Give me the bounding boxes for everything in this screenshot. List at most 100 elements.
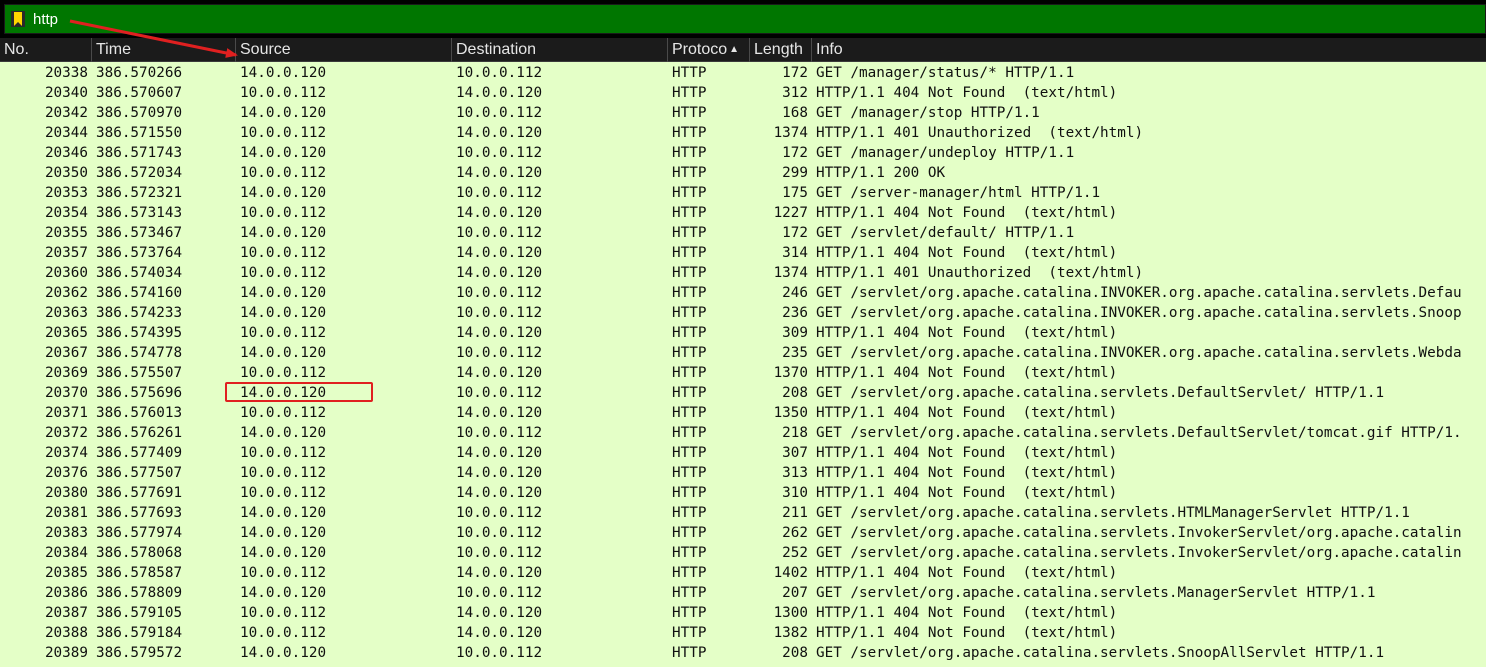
column-header-destination[interactable]: Destination bbox=[452, 38, 668, 62]
packet-row[interactable]: 20376 386.577507 10.0.0.112 14.0.0.120 HTTP 3… bbox=[0, 463, 1486, 483]
packet-row[interactable]: 20370 386.575696 14.0.0.120 10.0.0.112 HTTP 2… bbox=[0, 383, 1486, 403]
packet-row[interactable]: 20353 386.572321 14.0.0.120 10.0.0.112 HTTP 1… bbox=[0, 183, 1486, 203]
packet-info: HTTP/1.1 404 Not Found (text/html) bbox=[816, 85, 1118, 101]
packet-row[interactable]: 20386 386.578809 14.0.0.120 10.0.0.112 HTTP 2… bbox=[0, 583, 1486, 603]
packet-row[interactable]: 20362 386.574160 14.0.0.120 10.0.0.112 HTTP 2… bbox=[0, 283, 1486, 303]
packet-row[interactable]: 20383 386.577974 14.0.0.120 10.0.0.112 HTTP 2… bbox=[0, 523, 1486, 543]
packet-row[interactable]: 20367 386.574778 14.0.0.120 10.0.0.112 HTTP 2… bbox=[0, 343, 1486, 363]
packet-number: 20353 bbox=[44, 185, 88, 201]
packet-number: 20372 bbox=[44, 425, 88, 441]
packet-info: GET /servlet/org.apache.catalina.INVOKER… bbox=[816, 285, 1462, 301]
column-header-source[interactable]: Source bbox=[236, 38, 452, 62]
packet-info: HTTP/1.1 404 Not Found (text/html) bbox=[816, 625, 1118, 641]
packet-destination: 14.0.0.120 bbox=[456, 465, 543, 481]
packet-info: GET /manager/status/* HTTP/1.1 bbox=[816, 65, 1075, 81]
packet-source: 14.0.0.120 bbox=[240, 585, 327, 601]
packet-row[interactable]: 20381 386.577693 14.0.0.120 10.0.0.112 HTTP 2… bbox=[0, 503, 1486, 523]
packet-source: 14.0.0.120 bbox=[240, 185, 327, 201]
packet-info: HTTP/1.1 401 Unauthorized (text/html) bbox=[816, 265, 1144, 281]
column-header-protocol[interactable]: Protoco ▲ bbox=[668, 38, 750, 62]
packet-length: 208 bbox=[782, 645, 808, 661]
packet-number: 20340 bbox=[44, 85, 88, 101]
packet-row[interactable]: 20338 386.570266 14.0.0.120 10.0.0.112 HTTP 1… bbox=[0, 63, 1486, 83]
packet-length: 1382 bbox=[773, 625, 808, 641]
packet-length: 175 bbox=[782, 185, 808, 201]
packet-number: 20355 bbox=[44, 225, 88, 241]
packet-time: 386.576013 bbox=[96, 405, 183, 421]
packet-info: HTTP/1.1 404 Not Found (text/html) bbox=[816, 485, 1118, 501]
packet-row[interactable]: 20346 386.571743 14.0.0.120 10.0.0.112 HTTP 1… bbox=[0, 143, 1486, 163]
packet-row[interactable]: 20363 386.574233 14.0.0.120 10.0.0.112 HTTP 2… bbox=[0, 303, 1486, 323]
packet-length: 236 bbox=[782, 305, 808, 321]
packet-destination: 14.0.0.120 bbox=[456, 325, 543, 341]
packet-time: 386.575696 bbox=[96, 385, 183, 401]
packet-destination: 10.0.0.112 bbox=[456, 505, 543, 521]
packet-info: GET /servlet/org.apache.catalina.INVOKER… bbox=[816, 345, 1462, 361]
packet-protocol: HTTP bbox=[672, 445, 707, 461]
packet-row[interactable]: 20360 386.574034 10.0.0.112 14.0.0.120 HTTP 1… bbox=[0, 263, 1486, 283]
packet-info: HTTP/1.1 404 Not Found (text/html) bbox=[816, 365, 1118, 381]
column-header-length[interactable]: Length bbox=[750, 38, 812, 62]
packet-source: 14.0.0.120 bbox=[240, 65, 327, 81]
packet-number: 20387 bbox=[44, 605, 88, 621]
packet-length: 1350 bbox=[773, 405, 808, 421]
packet-source: 14.0.0.120 bbox=[240, 305, 327, 321]
display-filter-input[interactable] bbox=[31, 7, 1475, 31]
packet-source: 14.0.0.120 bbox=[240, 545, 327, 561]
column-header-no[interactable]: No. bbox=[0, 38, 92, 62]
packet-destination: 14.0.0.120 bbox=[456, 605, 543, 621]
packet-info: GET /manager/stop HTTP/1.1 bbox=[816, 105, 1040, 121]
packet-row[interactable]: 20340 386.570607 10.0.0.112 14.0.0.120 HTTP 3… bbox=[0, 83, 1486, 103]
packet-row[interactable]: 20388 386.579184 10.0.0.112 14.0.0.120 HTTP 1… bbox=[0, 623, 1486, 643]
packet-row[interactable]: 20342 386.570970 14.0.0.120 10.0.0.112 HTTP 1… bbox=[0, 103, 1486, 123]
packet-destination: 14.0.0.120 bbox=[456, 85, 543, 101]
packet-source: 10.0.0.112 bbox=[240, 165, 327, 181]
packet-source: 10.0.0.112 bbox=[240, 365, 327, 381]
packet-info: HTTP/1.1 404 Not Found (text/html) bbox=[816, 245, 1118, 261]
packet-number: 20363 bbox=[44, 305, 88, 321]
packet-length: 313 bbox=[782, 465, 808, 481]
packet-row[interactable]: 20344 386.571550 10.0.0.112 14.0.0.120 HTTP 1… bbox=[0, 123, 1486, 143]
packet-number: 20376 bbox=[44, 465, 88, 481]
packet-row[interactable]: 20380 386.577691 10.0.0.112 14.0.0.120 HTTP 3… bbox=[0, 483, 1486, 503]
packet-number: 20383 bbox=[44, 525, 88, 541]
column-header-time[interactable]: Time bbox=[92, 38, 236, 62]
packet-protocol: HTTP bbox=[672, 245, 707, 261]
packet-time: 386.574034 bbox=[96, 265, 183, 281]
packet-length: 299 bbox=[782, 165, 808, 181]
packet-row[interactable]: 20371 386.576013 10.0.0.112 14.0.0.120 HTTP 1… bbox=[0, 403, 1486, 423]
packet-source: 10.0.0.112 bbox=[240, 565, 327, 581]
packet-list: 20338 386.570266 14.0.0.120 10.0.0.112 HTTP 1… bbox=[0, 63, 1486, 663]
packet-row[interactable]: 20369 386.575507 10.0.0.112 14.0.0.120 HTTP 1… bbox=[0, 363, 1486, 383]
packet-row[interactable]: 20374 386.577409 10.0.0.112 14.0.0.120 HTTP 3… bbox=[0, 443, 1486, 463]
packet-row[interactable]: 20357 386.573764 10.0.0.112 14.0.0.120 HTTP 3… bbox=[0, 243, 1486, 263]
packet-destination: 10.0.0.112 bbox=[456, 585, 543, 601]
packet-row[interactable]: 20387 386.579105 10.0.0.112 14.0.0.120 HTTP 1… bbox=[0, 603, 1486, 623]
packet-info: GET /servlet/org.apache.catalina.servlet… bbox=[816, 645, 1385, 661]
column-header-length-label: Length bbox=[754, 41, 803, 58]
packet-row[interactable]: 20385 386.578587 10.0.0.112 14.0.0.120 HTTP 1… bbox=[0, 563, 1486, 583]
packet-info: HTTP/1.1 404 Not Found (text/html) bbox=[816, 205, 1118, 221]
packet-info: HTTP/1.1 404 Not Found (text/html) bbox=[816, 445, 1118, 461]
packet-row[interactable]: 20384 386.578068 14.0.0.120 10.0.0.112 HTTP 2… bbox=[0, 543, 1486, 563]
packet-destination: 10.0.0.112 bbox=[456, 345, 543, 361]
packet-time: 386.573764 bbox=[96, 245, 183, 261]
packet-time: 386.577693 bbox=[96, 505, 183, 521]
packet-protocol: HTTP bbox=[672, 385, 707, 401]
packet-source: 10.0.0.112 bbox=[240, 465, 327, 481]
packet-info: GET /servlet/org.apache.catalina.servlet… bbox=[816, 385, 1385, 401]
column-header-info[interactable]: Info bbox=[812, 38, 1486, 62]
packet-length: 235 bbox=[782, 345, 808, 361]
packet-row[interactable]: 20372 386.576261 14.0.0.120 10.0.0.112 HTTP 2… bbox=[0, 423, 1486, 443]
packet-protocol: HTTP bbox=[672, 485, 707, 501]
packet-row[interactable]: 20389 386.579572 14.0.0.120 10.0.0.112 HTTP 2… bbox=[0, 643, 1486, 663]
packet-protocol: HTTP bbox=[672, 65, 707, 81]
packet-number: 20354 bbox=[44, 205, 88, 221]
packet-row[interactable]: 20355 386.573467 14.0.0.120 10.0.0.112 HTTP 1… bbox=[0, 223, 1486, 243]
packet-row[interactable]: 20354 386.573143 10.0.0.112 14.0.0.120 HTTP 1… bbox=[0, 203, 1486, 223]
packet-row[interactable]: 20365 386.574395 10.0.0.112 14.0.0.120 HTTP 3… bbox=[0, 323, 1486, 343]
packet-row[interactable]: 20350 386.572034 10.0.0.112 14.0.0.120 HTTP 2… bbox=[0, 163, 1486, 183]
bookmark-icon[interactable] bbox=[11, 11, 25, 27]
packet-protocol: HTTP bbox=[672, 565, 707, 581]
column-header-info-label: Info bbox=[816, 41, 843, 58]
